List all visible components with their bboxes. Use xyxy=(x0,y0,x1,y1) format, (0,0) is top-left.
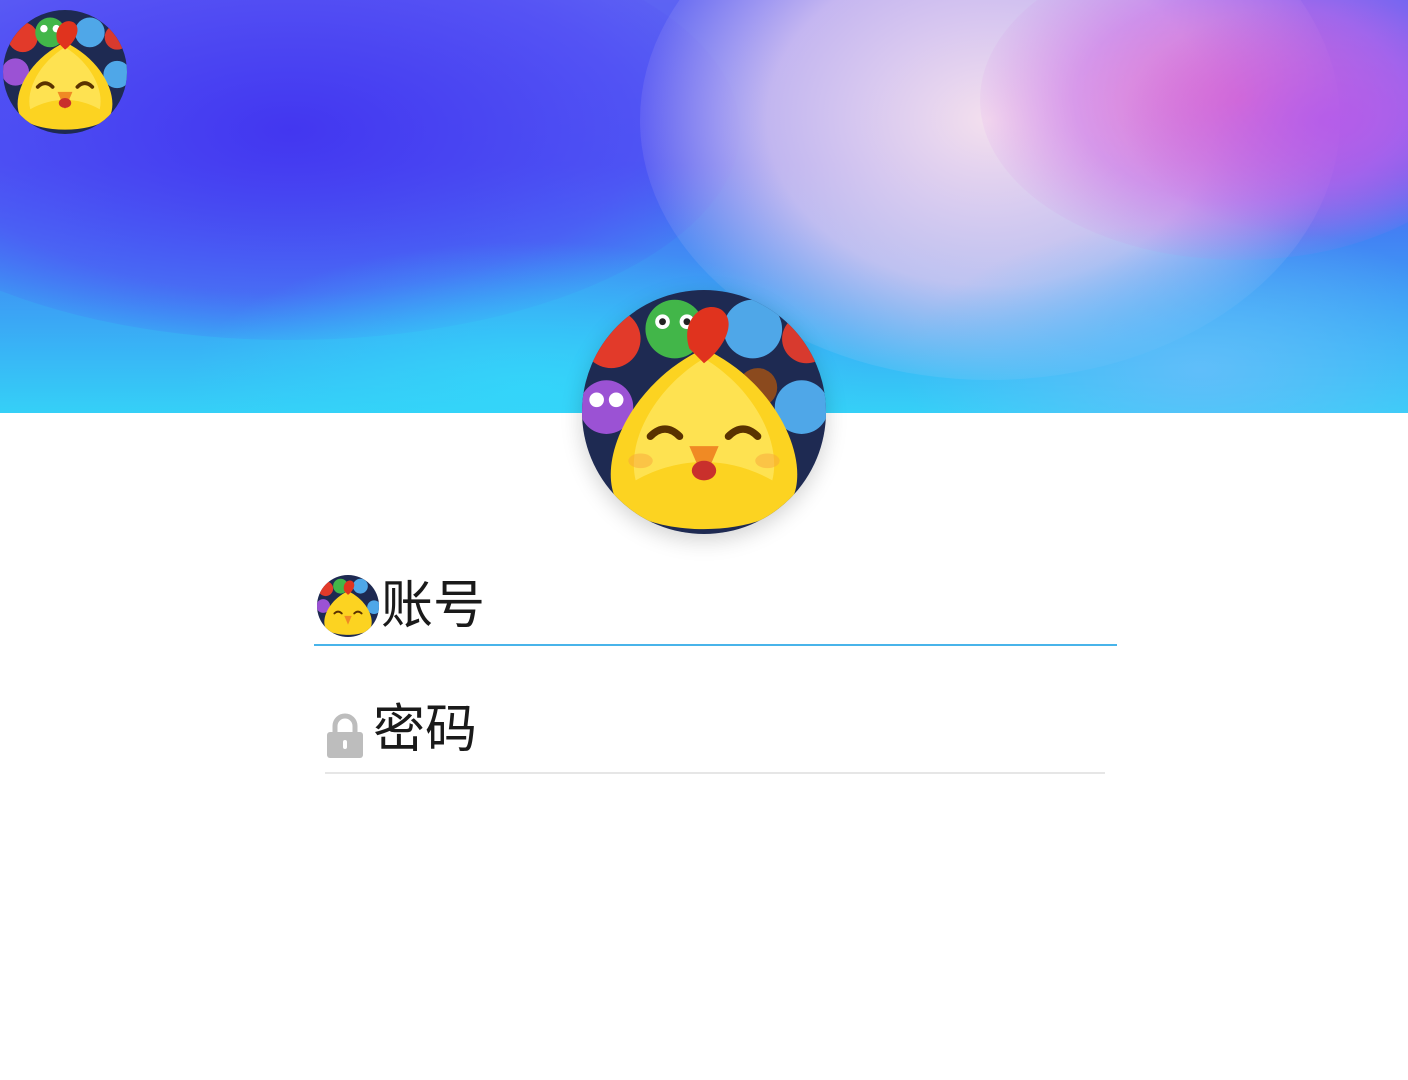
login-screen xyxy=(0,0,1408,1080)
user-avatar[interactable] xyxy=(582,290,826,534)
account-field[interactable] xyxy=(314,566,1116,646)
password-underline xyxy=(325,772,1105,774)
lock-icon xyxy=(327,713,363,758)
app-logo-avatar xyxy=(3,10,127,134)
account-underline xyxy=(314,644,1117,646)
game-chick-avatar-icon xyxy=(317,575,379,637)
password-input[interactable] xyxy=(373,695,1105,765)
password-field[interactable] xyxy=(325,688,1105,772)
account-input[interactable] xyxy=(381,571,1116,641)
account-icon xyxy=(317,575,379,637)
game-chick-avatar-icon xyxy=(3,10,127,134)
game-chick-avatar-icon xyxy=(582,290,826,534)
